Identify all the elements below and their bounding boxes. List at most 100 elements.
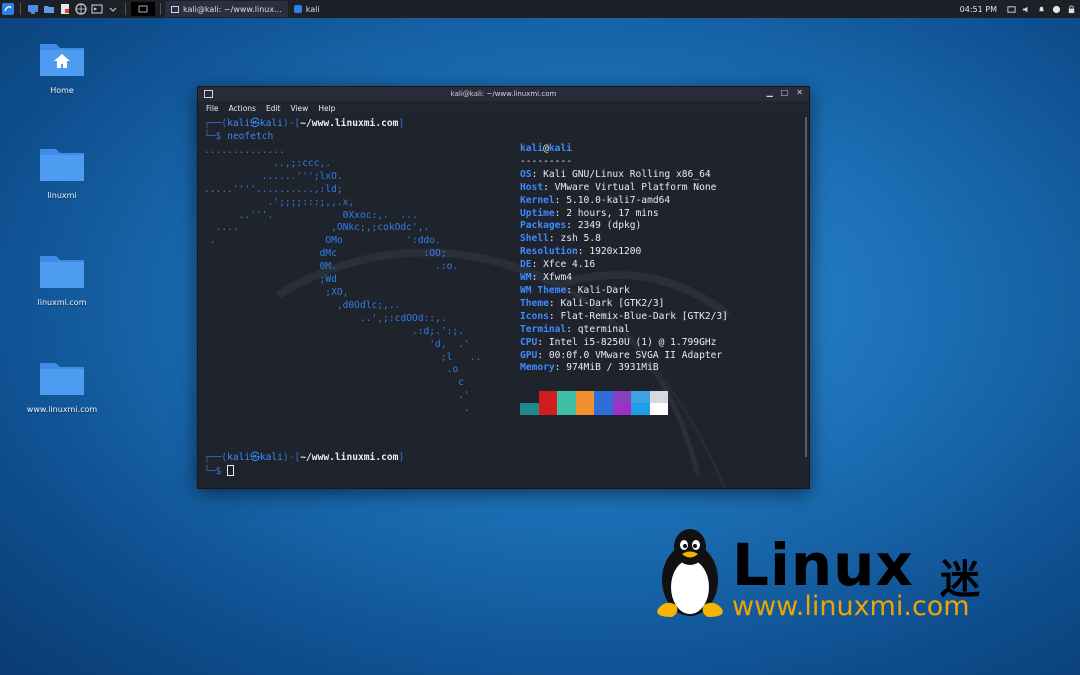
info-key: Theme [520, 297, 549, 309]
info-row: Shell: zsh 5.8 [520, 233, 728, 246]
color-swatch [520, 403, 539, 415]
info-row: Uptime: 2 hours, 17 mins [520, 208, 728, 221]
taskbar-item-kali[interactable]: kali [288, 1, 326, 17]
info-key: Host [520, 181, 544, 193]
lock-icon[interactable] [1066, 4, 1076, 14]
info-row: GPU: 00:0f.0 VMware SVGA II Adapter [520, 350, 728, 363]
color-swatch [631, 403, 650, 415]
clock[interactable]: 04:51 PM [960, 5, 997, 14]
kali-menu-icon[interactable] [1, 2, 15, 16]
info-value: 2349 (dpkg) [577, 220, 642, 232]
info-separator: : [566, 284, 578, 296]
logo-wordmark: Linux [732, 531, 914, 599]
user-host: kali@kali [520, 143, 572, 154]
terminal-icon [204, 90, 213, 98]
info-row: WM Theme: Kali-Dark [520, 285, 728, 298]
color-swatch [538, 403, 557, 415]
web-browser-icon[interactable] [74, 2, 88, 16]
prompt-line-2: ┌──(kali㉿kali)-[~/www.linuxmi.com] [204, 452, 405, 463]
info-row: CPU: Intel i5-8250U (1) @ 1.799GHz [520, 337, 728, 350]
desktop-icon-home[interactable]: Home [22, 38, 102, 95]
terminal-output[interactable]: ┌──(kali㉿kali)-[~/www.linuxmi.com] └─$ n… [198, 115, 809, 488]
taskbar-item-label: kali [305, 4, 320, 14]
info-value: 5.10.0-kali7-amd64 [566, 194, 671, 206]
info-key: Resolution [520, 246, 578, 258]
info-separator: : [554, 362, 567, 374]
workspace-switcher[interactable] [131, 2, 155, 16]
window-controls: ▁ □ ✕ [767, 88, 803, 97]
info-key: WM [520, 272, 532, 284]
desktop-icon-linuxmi-com[interactable]: linuxmi.com [22, 250, 102, 307]
info-value: Xfce 4.16 [543, 259, 596, 271]
color-swatch [538, 391, 557, 403]
info-separator: : [537, 349, 549, 361]
menu-view[interactable]: View [291, 104, 309, 113]
desktop-icon-linuxmi[interactable]: linuxmi [22, 143, 102, 200]
info-key: Uptime [520, 207, 555, 219]
power-icon[interactable] [1051, 4, 1061, 14]
menu-file[interactable]: File [206, 104, 219, 113]
color-swatch [612, 391, 631, 403]
info-value: VMware Virtual Platform None [554, 181, 717, 193]
info-key: WM Theme [520, 284, 567, 296]
color-swatch [649, 391, 668, 403]
info-key: CPU [520, 336, 538, 348]
info-separator: : [566, 220, 578, 232]
menu-actions[interactable]: Actions [229, 104, 256, 113]
info-key: Memory [520, 362, 555, 374]
tux-penguin-icon [657, 529, 723, 617]
info-value: 974MiB / 3931MiB [566, 362, 659, 374]
info-row: Icons: Flat-Remix-Blue-Dark [GTK2/3] [520, 311, 728, 324]
info-key: OS [520, 168, 532, 180]
info-divider: --------- [520, 155, 572, 167]
info-separator: : [548, 310, 561, 322]
info-value: Flat-Remix-Blue-Dark [GTK2/3] [560, 310, 728, 322]
terminal-window: kali@kali: ~/www.linuxmi.com ▁ □ ✕ File … [197, 86, 810, 489]
terminal-launcher-icon[interactable] [90, 2, 104, 16]
info-separator: : [531, 259, 544, 271]
display-icon[interactable] [1006, 4, 1016, 14]
info-separator: : [554, 207, 567, 219]
color-swatch [594, 403, 613, 415]
scrollbar[interactable] [805, 117, 807, 457]
info-value: Kali GNU/Linux Rolling x86_64 [543, 168, 711, 180]
menu-help[interactable]: Help [318, 104, 335, 113]
info-key: Icons [520, 310, 549, 322]
info-value: qterminal [577, 323, 630, 335]
notification-bell-icon[interactable] [1036, 4, 1046, 14]
info-value: Kali-Dark [GTK2/3] [560, 297, 665, 309]
desktop-icon-www-linuxmi-com[interactable]: www.linuxmi.com [22, 357, 102, 414]
info-row: Packages: 2349 (dpkg) [520, 220, 728, 233]
info-row: Memory: 974MiB / 3931MiB [520, 362, 728, 375]
info-separator: : [554, 194, 567, 206]
text-cursor [227, 465, 235, 476]
command-line-1: └─$ neofetch [204, 131, 274, 142]
info-row: Terminal: qterminal [520, 324, 728, 337]
info-value: zsh 5.8 [560, 233, 601, 245]
volume-icon[interactable] [1021, 4, 1031, 14]
window-titlebar[interactable]: kali@kali: ~/www.linuxmi.com ▁ □ ✕ [198, 87, 809, 101]
show-desktop-icon[interactable] [26, 2, 40, 16]
minimize-icon[interactable]: ▁ [767, 88, 773, 97]
color-swatch [557, 391, 576, 403]
taskbar-item-terminal[interactable]: kali@kali: ~/www.linux... [165, 1, 288, 17]
color-palette [520, 391, 668, 415]
maximize-icon[interactable]: □ [781, 88, 789, 97]
text-editor-icon[interactable] [58, 2, 72, 16]
info-row: Resolution: 1920x1200 [520, 246, 728, 259]
info-value: Xfwm4 [543, 272, 573, 284]
color-swatch [520, 391, 539, 403]
file-manager-icon[interactable] [42, 2, 56, 16]
info-value: Kali-Dark [577, 284, 630, 296]
info-separator: : [531, 272, 544, 284]
dropdown-arrow-icon[interactable] [106, 2, 120, 16]
info-separator: : [531, 168, 544, 180]
info-separator: : [537, 336, 549, 348]
info-key: DE [520, 259, 532, 271]
info-row: OS: Kali GNU/Linux Rolling x86_64 [520, 169, 728, 182]
desktop-icon-label: Home [50, 86, 74, 95]
color-swatch [649, 403, 668, 415]
info-row: Theme: Kali-Dark [GTK2/3] [520, 298, 728, 311]
close-icon[interactable]: ✕ [796, 88, 803, 97]
menu-edit[interactable]: Edit [266, 104, 281, 113]
